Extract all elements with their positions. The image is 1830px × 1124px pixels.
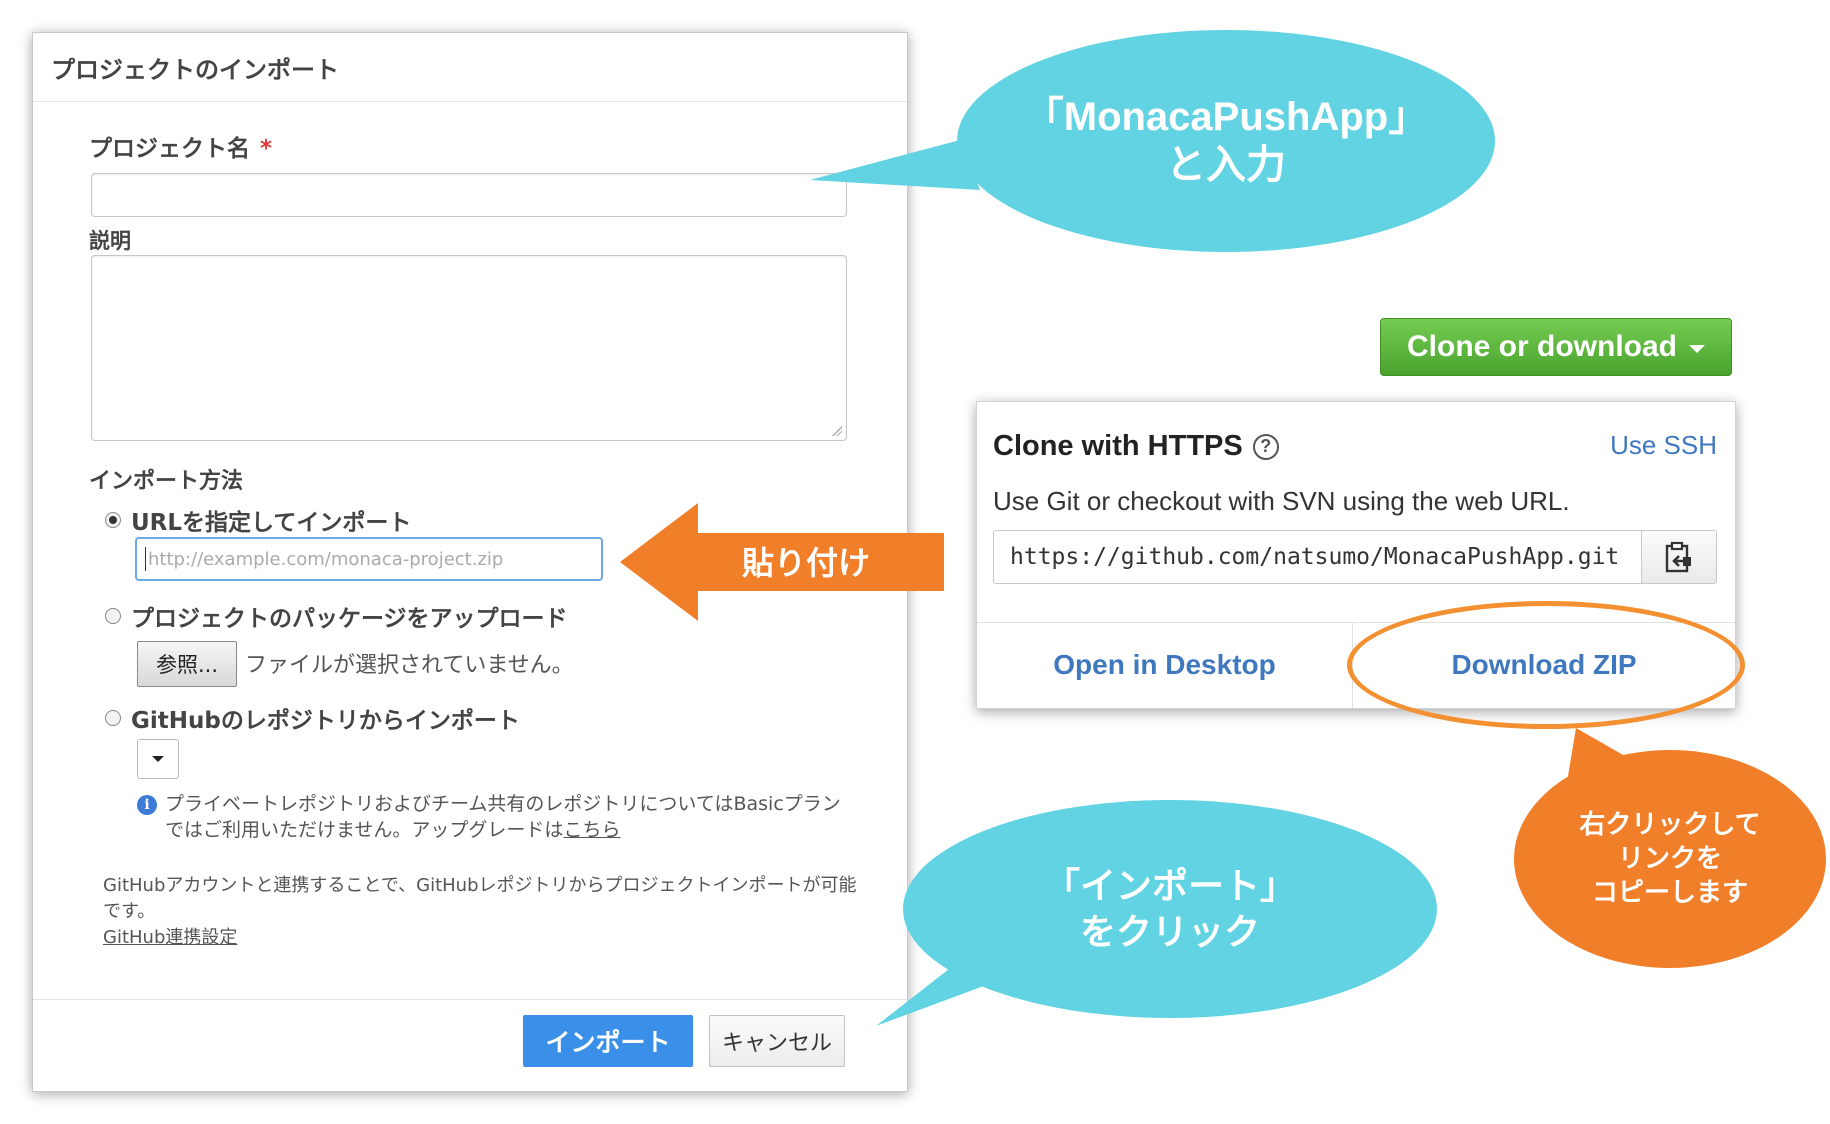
project-name-label-text: プロジェクト名 — [89, 136, 250, 162]
import-button[interactable]: インポート — [523, 1015, 693, 1067]
callout-import-click-line2: をクリック — [1079, 911, 1260, 952]
github-note: GitHubアカウントと連携することで、GitHubレポジトリからプロジェクトイ… — [103, 873, 863, 951]
clone-url-field[interactable]: https://github.com/natsumo/MonacaPushApp… — [993, 530, 1717, 584]
copy-to-clipboard-button[interactable] — [1641, 531, 1716, 583]
clone-or-download-label: Clone or download — [1407, 330, 1677, 363]
dialog-footer — [33, 999, 907, 1000]
highlight-ring — [1347, 601, 1745, 729]
radio-url[interactable] — [105, 512, 121, 528]
option-upload-label: プロジェクトのパッケージをアップロード — [131, 606, 568, 632]
clone-or-download-button[interactable]: Clone or download — [1380, 318, 1732, 376]
resize-grip-icon[interactable] — [832, 426, 842, 436]
callout-project-name-line2: と入力 — [1166, 143, 1286, 187]
github-note-text: GitHubアカウントと連携することで、GitHubレポジトリからプロジェクトイ… — [103, 875, 857, 922]
clone-url-text[interactable]: https://github.com/natsumo/MonacaPushApp… — [994, 531, 1641, 583]
use-ssh-link[interactable]: Use SSH — [1610, 430, 1717, 461]
required-mark: * — [260, 136, 273, 162]
callout-copy-line1: 右クリックして — [1579, 810, 1761, 840]
url-input[interactable]: http://example.com/monaca-project.zip — [135, 537, 603, 581]
chevron-down-icon — [1689, 345, 1705, 353]
radio-github[interactable] — [105, 710, 121, 726]
callout-copy-line3: コピーします — [1591, 878, 1748, 908]
description-label: 説明 — [89, 229, 131, 253]
help-icon[interactable]: ? — [1252, 433, 1279, 460]
import-method-label: インポート方法 — [89, 469, 244, 494]
info-text: プライベートレポジトリおよびチーム共有のレポジトリについてはBasicプランでは… — [165, 791, 855, 843]
clone-description: Use Git or checkout with SVN using the w… — [993, 486, 1570, 516]
clone-panel-title-text: Clone with HTTPS — [993, 430, 1243, 462]
info-text-body: プライベートレポジトリおよびチーム共有のレポジトリについてはBasicプランでは… — [165, 793, 841, 841]
project-name-input[interactable] — [91, 173, 847, 217]
callout-project-name: 「MonacaPushApp」 と入力 — [957, 30, 1495, 252]
clipboard-icon — [1665, 541, 1691, 573]
callout-copy-line2: リンクを — [1617, 844, 1722, 874]
upgrade-link[interactable]: こちら — [563, 819, 620, 841]
callout-copy-link: 右クリックして リンクを コピーします — [1514, 750, 1826, 968]
github-settings-link[interactable]: GitHub連携設定 — [103, 925, 863, 951]
cancel-button[interactable]: キャンセル — [709, 1015, 845, 1067]
callout-project-name-line1: 「MonacaPushApp」 — [1023, 95, 1429, 139]
paste-label: 貼り付け — [742, 544, 871, 582]
file-status: ファイルが選択されていません。 — [245, 653, 574, 678]
callout-import-click-line1: 「インポート」 — [1043, 865, 1296, 906]
option-url-label: URLを指定してインポート — [131, 510, 412, 536]
open-in-desktop-button[interactable]: Open in Desktop — [977, 622, 1352, 708]
description-textarea[interactable] — [91, 255, 847, 441]
option-upload[interactable]: プロジェクトのパッケージをアップロード — [105, 599, 568, 633]
info-icon: i — [137, 795, 157, 815]
repository-select[interactable] — [137, 739, 179, 779]
chevron-down-icon — [152, 756, 164, 762]
radio-upload[interactable] — [105, 608, 121, 624]
dialog-title: プロジェクトのインポート — [33, 33, 907, 102]
option-url[interactable]: URLを指定してインポート — [105, 503, 411, 537]
url-input-placeholder: http://example.com/monaca-project.zip — [148, 548, 504, 570]
callout-import-click: 「インポート」 をクリック — [903, 800, 1437, 1018]
clone-panel-title: Clone with HTTPS ? — [993, 430, 1279, 463]
browse-button[interactable]: 参照... — [137, 641, 237, 687]
option-github[interactable]: GitHubのレポジトリからインポート — [105, 701, 520, 735]
project-name-label: プロジェクト名 * — [89, 129, 272, 163]
option-github-label: GitHubのレポジトリからインポート — [131, 708, 520, 734]
